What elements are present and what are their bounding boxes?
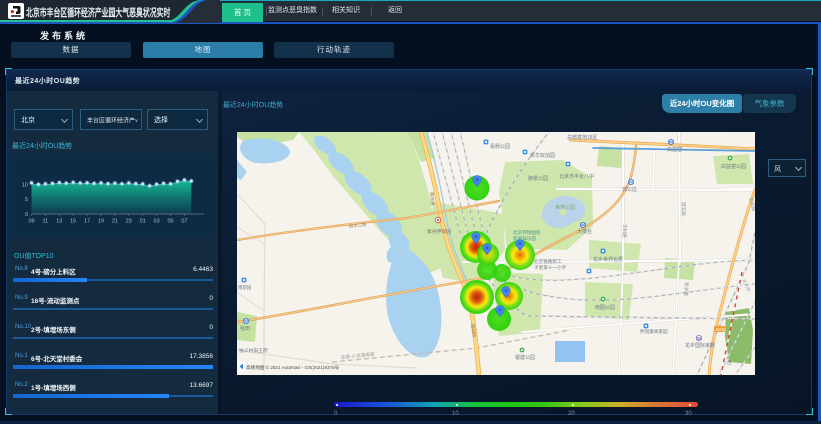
svg-text:M: M (629, 180, 633, 185)
svg-text:11: 11 (43, 218, 49, 224)
svg-text:北京环球国际: 北京环球国际 (513, 229, 541, 236)
svg-text:M: M (244, 319, 248, 324)
svg-text:07: 07 (181, 218, 187, 224)
svg-text:御景公园: 御景公园 (528, 175, 548, 182)
svg-text:稻田: 稻田 (240, 325, 250, 332)
svg-text:高德地图 © 2021 AutoNavi - GS(2021: 高德地图 © 2021 AutoNavi - GS(2021)6375号 (246, 364, 340, 371)
svg-text:03: 03 (154, 218, 160, 224)
svg-text:樊羊路: 樊羊路 (680, 202, 687, 216)
svg-text:5: 5 (25, 197, 28, 203)
svg-text:大葆台: 大葆台 (577, 228, 592, 235)
svg-text:05: 05 (167, 218, 173, 224)
svg-text:21: 21 (112, 218, 118, 224)
svg-text:01: 01 (140, 218, 146, 224)
svg-text:看杨公园: 看杨公园 (490, 143, 510, 150)
svg-text:郭公庄: 郭公庄 (622, 186, 637, 193)
svg-text:花乡世界名居: 花乡世界名居 (593, 256, 623, 263)
svg-text:M: M (581, 223, 585, 228)
svg-text:S316: S316 (716, 327, 727, 332)
svg-text:银建公园: 银建公园 (515, 354, 535, 361)
svg-text:白盆窑: 白盆窑 (667, 146, 682, 153)
svg-text:总部基地18区: 总部基地18区 (567, 134, 598, 141)
svg-text:北京铁路职工: 北京铁路职工 (534, 258, 562, 265)
svg-text:M: M (697, 336, 701, 341)
svg-text:世界公园: 世界公园 (555, 204, 575, 211)
svg-text:紫谷伊甸园: 紫谷伊甸园 (427, 228, 451, 235)
svg-text:北京市丰台八中: 北京市丰台八中 (559, 173, 594, 180)
svg-text:熙悦康阅家园: 熙悦康阅家园 (640, 328, 668, 335)
svg-text:子弟第十一小学: 子弟第十一小学 (534, 264, 567, 271)
svg-text:09: 09 (28, 218, 34, 224)
svg-text:南囿公园: 南囿公园 (595, 304, 615, 311)
svg-text:15: 15 (70, 218, 76, 224)
svg-text:M: M (669, 140, 673, 145)
svg-text:13: 13 (56, 218, 62, 224)
svg-text:独义村旧王府: 独义村旧王府 (239, 347, 268, 354)
svg-text:花乡国际家居: 花乡国际家居 (685, 342, 715, 349)
svg-text:17: 17 (84, 218, 90, 224)
svg-text:丰科路: 丰科路 (621, 224, 628, 238)
svg-text:新华双加园: 新华双加园 (530, 152, 555, 159)
svg-text:影视娱乐园: 影视娱乐园 (513, 235, 536, 242)
svg-text:白盆窑公园: 白盆窑公园 (721, 163, 746, 170)
svg-text:博望园: 博望园 (238, 284, 252, 291)
svg-text:10: 10 (22, 182, 28, 188)
svg-text:19: 19 (98, 218, 104, 224)
svg-text:0: 0 (25, 212, 28, 218)
svg-text:23: 23 (126, 218, 132, 224)
